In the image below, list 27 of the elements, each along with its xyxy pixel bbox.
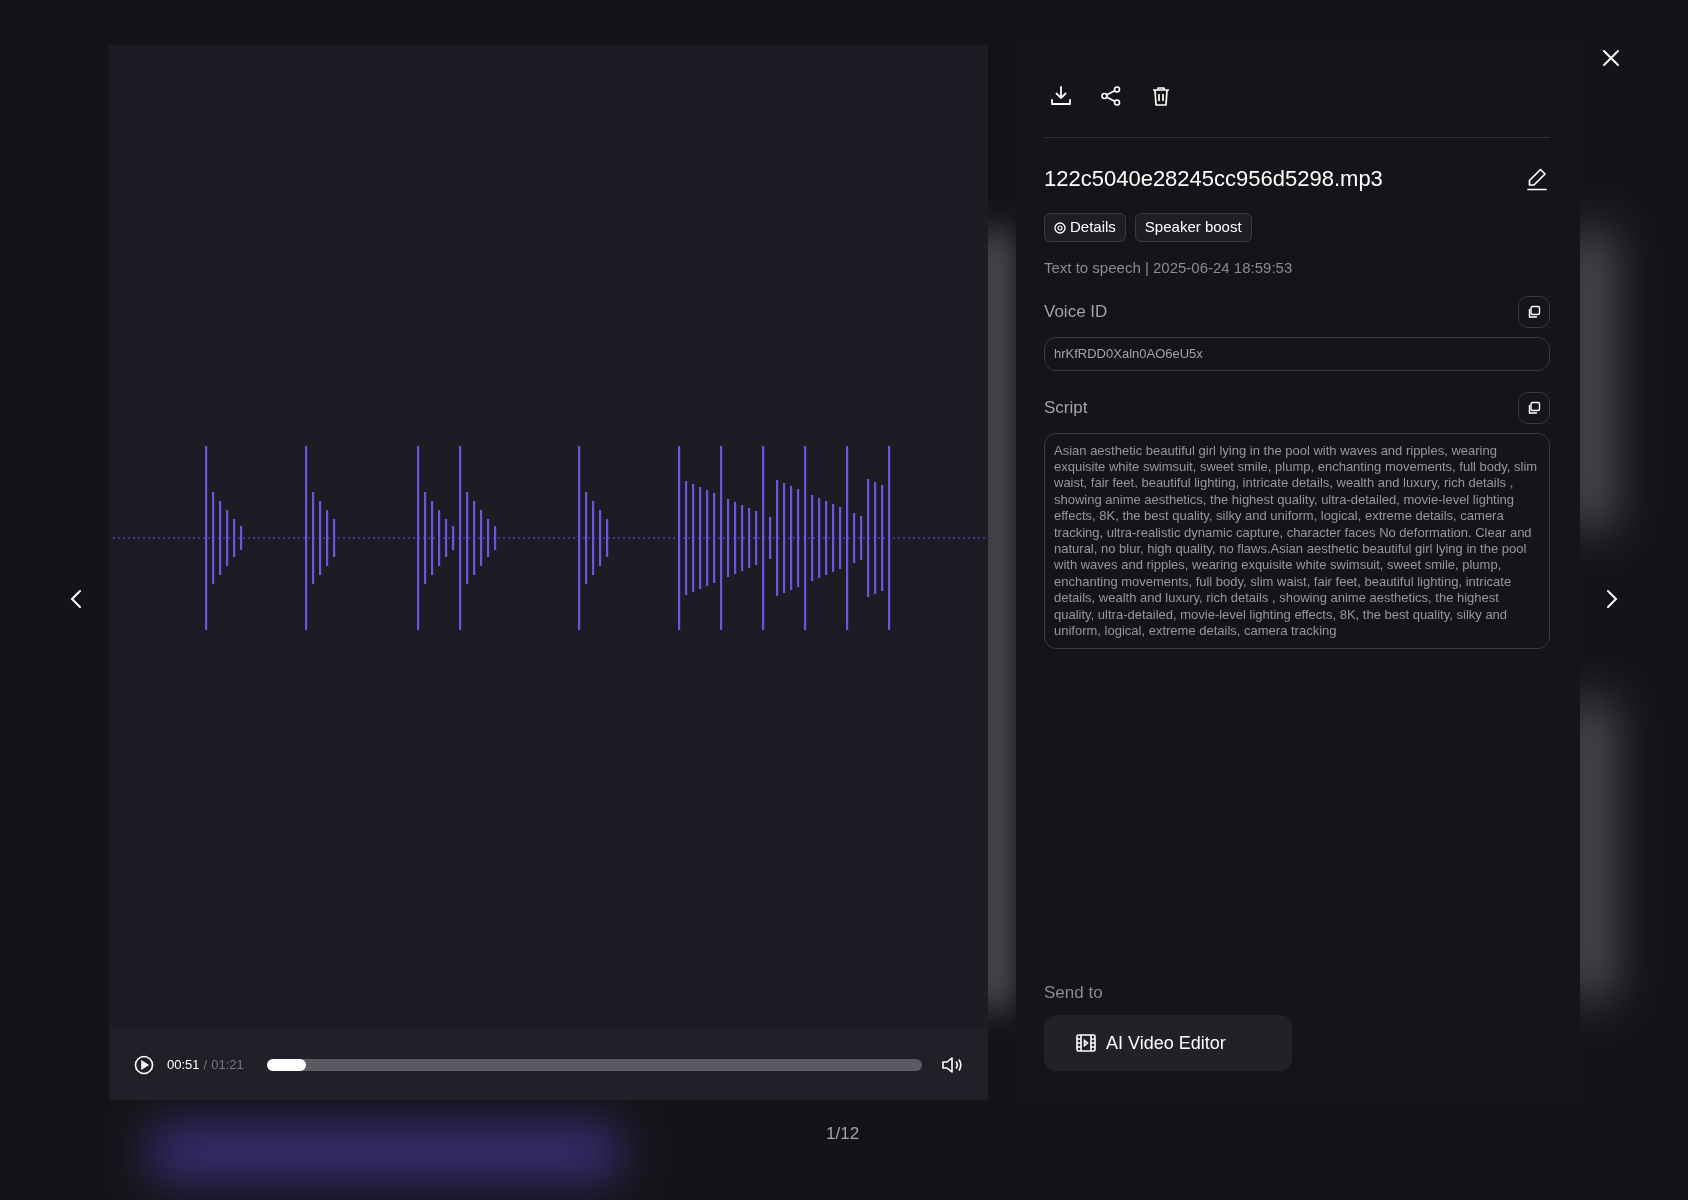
edit-icon[interactable] [1526,166,1548,191]
total-time: 01:21 [211,1056,244,1075]
script-field[interactable]: Asian aesthetic beautiful girl lying in the pool with waves and ripples, wearing exquisite white swimsuit, sweet smile, plump, enchanting movements, full body, slim waist, fair feet, beautiful lighting, intricate details, wealth and luxury, rich details , showing anime aesthetics, the highest quality, ultra-detailed, movie-level lighting effects, 8K, the best quality, silky and uniform, logical, extreme details, camera tracking, ultra-realistic dynamic capture, character faces No deformation. Clear and natural, no blur, high quality, no flaws.Asian aesthetic beautiful girl lying in the pool with waves and ripples, wearing exquisite white swimsuit, sweet smile, plump, enchanting movements, full body, slim waist, fair feet, beautiful lighting, intricate details, wealth and luxury, rich details , showing anime aesthetics, the highest quality, ultra-detailed, movie-level lighting effects, 8K, the best quality, silky and uniform, logical, extreme details, camera tracking [1044,432,1550,650]
copy-button[interactable] [1518,391,1550,424]
voice-id-label: Voice ID [1044,300,1108,323]
play-button[interactable] [133,1054,155,1076]
send-to-label: Send to [1044,981,1104,1004]
tag: Speaker boost [1134,213,1252,242]
copy-icon [1527,304,1541,319]
info-icon [1054,221,1066,234]
page-counter: 1/12 [826,1123,860,1145]
copy-icon [1527,400,1541,415]
volume-icon[interactable] [940,1054,964,1076]
current-time: 00:51 [167,1056,200,1075]
copy-button[interactable] [1518,295,1550,328]
tag-label: Details [1070,217,1116,238]
download-icon[interactable] [1050,85,1072,107]
ai-video-editor-button[interactable]: AI Video Editor [1044,1015,1292,1071]
meta-text: Text to speech | 2025-06-24 18:59:53 [1044,258,1294,278]
script-label: Script [1044,396,1088,419]
time-separator: / [203,1056,208,1075]
trash-icon[interactable] [1150,85,1172,107]
progress-track[interactable] [267,1059,922,1071]
voice-id-field[interactable]: hrKfRDD0Xaln0AO6eU5x [1044,336,1550,371]
film-icon [1076,1034,1096,1052]
file-name: 122c5040e28245cc956d5298.mp3 [1044,165,1383,193]
share-icon[interactable] [1100,85,1122,107]
